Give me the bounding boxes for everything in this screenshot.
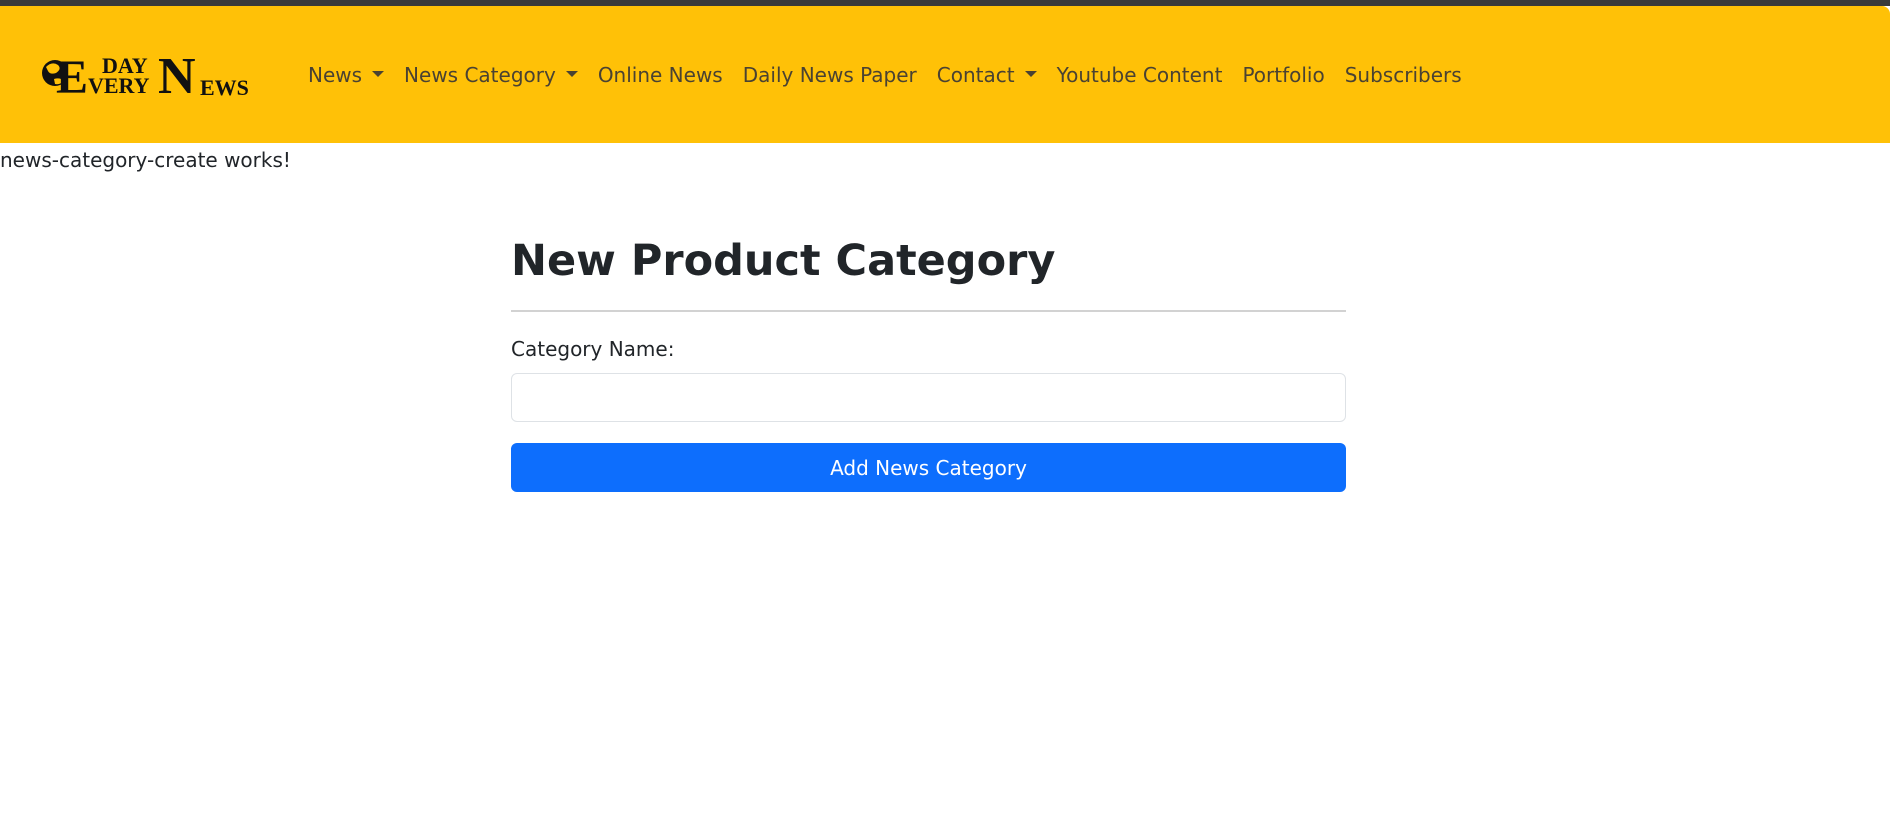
nav-item-portfolio[interactable]: Portfolio bbox=[1232, 59, 1334, 91]
nav-item-label: Subscribers bbox=[1344, 63, 1462, 87]
navbar: E DAY VERY N EWS News News Category Onli… bbox=[0, 6, 1890, 143]
nav-item-label: Portfolio bbox=[1242, 63, 1325, 87]
nav-item-news-category[interactable]: News Category bbox=[394, 59, 588, 91]
nav-item-label: Youtube Content bbox=[1056, 63, 1223, 87]
nav-item-label: News Category bbox=[404, 63, 556, 87]
nav-item-daily-news-paper[interactable]: Daily News Paper bbox=[733, 59, 927, 91]
svg-text:VERY: VERY bbox=[88, 73, 150, 98]
main-nav: News News Category Online News Daily New… bbox=[298, 59, 1472, 91]
chevron-down-icon bbox=[1024, 71, 1037, 77]
component-works-text: news-category-create works! bbox=[0, 148, 291, 172]
nav-item-subscribers[interactable]: Subscribers bbox=[1335, 59, 1472, 91]
nav-item-contact[interactable]: Contact bbox=[927, 59, 1047, 91]
brand-logo[interactable]: E DAY VERY N EWS bbox=[40, 47, 255, 103]
nav-item-label: Daily News Paper bbox=[742, 63, 917, 87]
nav-item-youtube-content[interactable]: Youtube Content bbox=[1047, 59, 1233, 91]
nav-item-online-news[interactable]: Online News bbox=[588, 59, 733, 91]
add-news-category-button[interactable]: Add News Category bbox=[511, 443, 1346, 492]
nav-item-news[interactable]: News bbox=[298, 59, 394, 91]
chevron-down-icon bbox=[372, 71, 385, 77]
category-form: New Product Category Category Name: Add … bbox=[511, 233, 1346, 492]
chevron-down-icon bbox=[565, 71, 578, 77]
category-name-label: Category Name: bbox=[511, 337, 675, 361]
nav-item-label: News bbox=[308, 63, 363, 87]
nav-item-label: Online News bbox=[597, 63, 723, 87]
page-title: New Product Category bbox=[511, 236, 1056, 286]
brand-logo-graphic: E DAY VERY N EWS bbox=[42, 48, 249, 103]
divider bbox=[511, 310, 1346, 312]
svg-text:EWS: EWS bbox=[200, 75, 249, 100]
svg-text:N: N bbox=[158, 48, 196, 103]
category-name-input[interactable] bbox=[511, 373, 1346, 422]
svg-text:E: E bbox=[56, 51, 88, 103]
nav-item-label: Contact bbox=[936, 63, 1015, 87]
